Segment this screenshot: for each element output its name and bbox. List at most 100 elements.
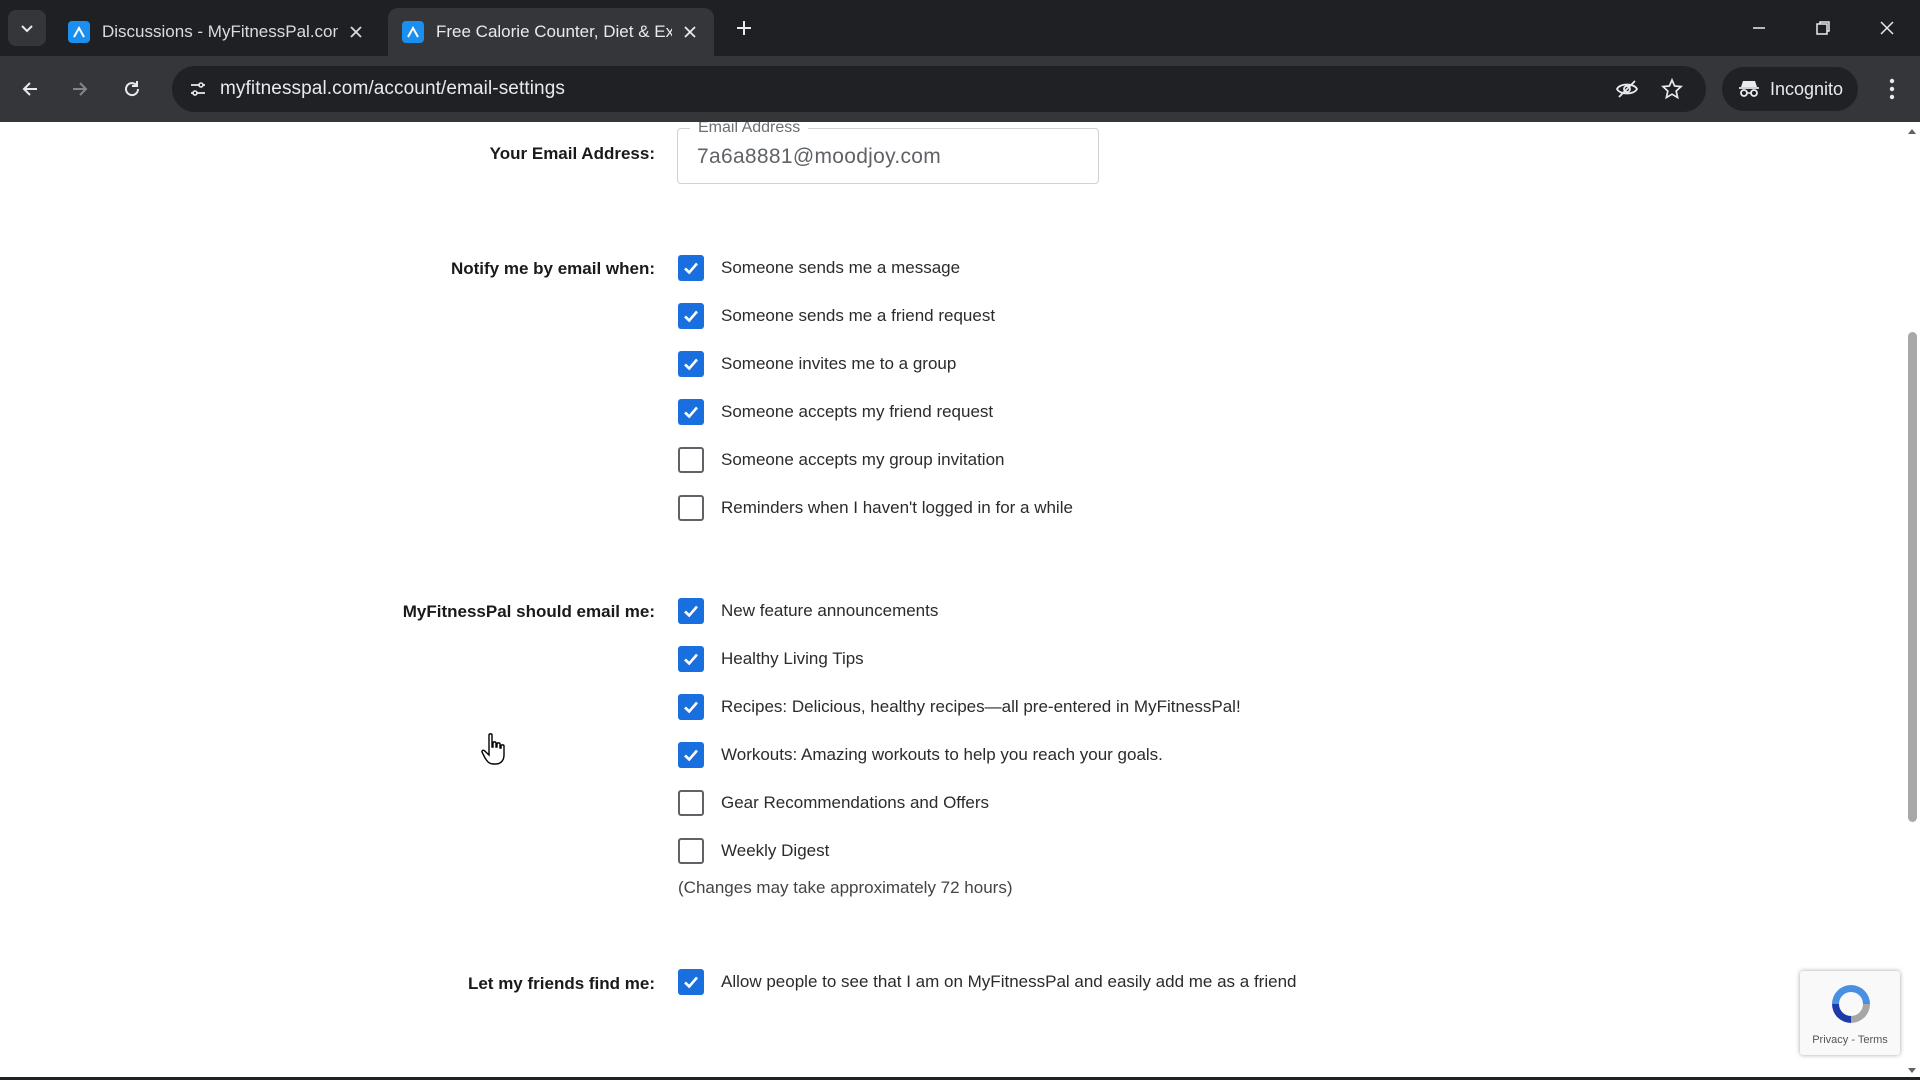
checkbox-label[interactable]: Gear Recommendations and Offers [721, 793, 989, 813]
close-icon[interactable] [680, 22, 700, 42]
eye-off-icon[interactable] [1612, 74, 1642, 104]
minimize-button[interactable] [1736, 10, 1782, 46]
browser-toolbar: myfitnesspal.com/account/email-settings … [0, 56, 1920, 122]
checkmark-icon [684, 653, 698, 666]
browser-tab-strip: Discussions - MyFitnessPal.com Free Calo… [0, 0, 1920, 56]
checkbox-row[interactable]: Someone accepts my group invitation [678, 446, 1005, 474]
checkbox-label[interactable]: Workouts: Amazing workouts to help you r… [721, 745, 1163, 765]
more-vertical-icon [1889, 78, 1895, 100]
close-icon[interactable] [346, 22, 366, 42]
site-info-icon[interactable] [180, 71, 216, 107]
forward-button[interactable] [60, 69, 100, 109]
checkbox-label[interactable]: Someone accepts my friend request [721, 402, 993, 422]
checkbox-checked[interactable] [678, 969, 704, 995]
checkbox-checked[interactable] [678, 255, 704, 281]
tab-title: Discussions - MyFitnessPal.com [102, 22, 338, 41]
plus-icon [737, 21, 751, 35]
checkbox-label[interactable]: Someone sends me a friend request [721, 306, 995, 326]
checkbox-row[interactable]: Allow people to see that I am on MyFitne… [678, 968, 1296, 996]
checkbox-row[interactable]: Workouts: Amazing workouts to help you r… [678, 741, 1163, 769]
incognito-label: Incognito [1770, 78, 1844, 99]
checkbox-row[interactable]: New feature announcements [678, 597, 938, 625]
checkbox-label[interactable]: Someone sends me a message [721, 258, 960, 278]
checkbox-row[interactable]: Recipes: Delicious, healthy recipes—all … [678, 693, 1241, 721]
checkmark-icon [684, 749, 698, 762]
restore-icon [1816, 21, 1830, 35]
mfp-section-label: MyFitnessPal should email me: [402, 602, 655, 621]
checkbox-unchecked[interactable] [678, 495, 704, 521]
checkmark-icon [684, 358, 698, 371]
myfitnesspal-favicon-icon [402, 21, 424, 43]
myfitnesspal-favicon-icon [68, 21, 90, 43]
scrollbar-thumb[interactable] [1908, 332, 1917, 822]
tab-search-button[interactable] [8, 10, 46, 46]
checkbox-label[interactable]: Recipes: Delicious, healthy recipes—all … [721, 697, 1241, 717]
checkbox-row[interactable]: Someone invites me to a group [678, 350, 956, 378]
checkbox-label[interactable]: Healthy Living Tips [721, 649, 864, 669]
checkbox-row[interactable]: Someone sends me a message [678, 254, 960, 282]
page-scrollbar[interactable] [1904, 122, 1920, 1080]
email-field-value: 7a6a8881@moodjoy.com [697, 145, 942, 168]
checkbox-row[interactable]: Healthy Living Tips [678, 645, 864, 673]
tab-calorie-counter[interactable]: Free Calorie Counter, Diet & Exercise [388, 8, 714, 56]
checkmark-icon [684, 701, 698, 714]
recaptcha-logo-icon [1832, 985, 1870, 1023]
checkbox-label[interactable]: Weekly Digest [721, 841, 829, 861]
checkbox-checked[interactable] [678, 303, 704, 329]
checkbox-checked[interactable] [678, 399, 704, 425]
checkmark-icon [684, 262, 698, 275]
email-field-legend: Email Address [690, 122, 809, 137]
checkbox-unchecked[interactable] [678, 838, 704, 864]
checkbox-checked[interactable] [678, 646, 704, 672]
back-button[interactable] [10, 69, 50, 109]
email-field[interactable]: Email Address 7a6a8881@moodjoy.com [677, 122, 1099, 184]
friends-section-label: Let my friends find me: [467, 974, 655, 993]
page-viewport: Your Email Address: Email Address 7a6a88… [0, 122, 1920, 1080]
notify-section-label: Notify me by email when: [450, 259, 655, 278]
bookmark-star-icon[interactable] [1657, 74, 1687, 104]
checkmark-icon [684, 976, 698, 989]
checkbox-label[interactable]: Allow people to see that I am on MyFitne… [721, 972, 1296, 992]
checkbox-label[interactable]: Someone invites me to a group [721, 354, 956, 374]
checkbox-checked[interactable] [678, 598, 704, 624]
new-tab-button[interactable] [730, 14, 758, 42]
url-text: myfitnesspal.com/account/email-settings [220, 78, 565, 99]
reload-button[interactable] [112, 69, 152, 109]
checkbox-checked[interactable] [678, 351, 704, 377]
checkbox-unchecked[interactable] [678, 447, 704, 473]
recaptcha-badge[interactable]: Privacy - Terms [1800, 971, 1900, 1055]
reload-icon [125, 81, 140, 97]
checkbox-unchecked[interactable] [678, 790, 704, 816]
checkbox-row[interactable]: Someone sends me a friend request [678, 302, 995, 330]
checkbox-row[interactable]: Gear Recommendations and Offers [678, 789, 989, 817]
recaptcha-links[interactable]: Privacy - Terms [1800, 1034, 1900, 1046]
address-bar[interactable]: myfitnesspal.com/account/email-settings [172, 66, 1706, 112]
checkbox-row[interactable]: Someone accepts my friend request [678, 398, 993, 426]
chevron-down-icon [21, 25, 33, 33]
checkbox-label[interactable]: New feature announcements [721, 601, 938, 621]
checkbox-label[interactable]: Reminders when I haven't logged in for a… [721, 498, 1073, 518]
close-window-button[interactable] [1864, 10, 1910, 46]
close-icon [1880, 21, 1894, 35]
checkbox-checked[interactable] [678, 694, 704, 720]
tab-title: Free Calorie Counter, Diet & Exercise [436, 22, 672, 41]
hand-pointer-icon [481, 733, 505, 765]
checkmark-icon [684, 605, 698, 618]
scroll-up-icon[interactable] [1907, 126, 1917, 136]
checkmark-icon [684, 406, 698, 419]
incognito-indicator[interactable]: Incognito [1722, 67, 1858, 111]
restore-button[interactable] [1800, 10, 1846, 46]
scroll-down-icon[interactable] [1907, 1066, 1917, 1076]
minimize-icon [1753, 27, 1765, 29]
arrow-right-icon [73, 82, 88, 96]
checkmark-icon [684, 310, 698, 323]
arrow-left-icon [22, 82, 37, 96]
incognito-icon [1739, 81, 1759, 97]
checkbox-row[interactable]: Reminders when I haven't logged in for a… [678, 494, 1073, 522]
tab-discussions[interactable]: Discussions - MyFitnessPal.com [54, 8, 380, 56]
browser-menu-button[interactable] [1872, 69, 1912, 109]
changes-note: (Changes may take approximately 72 hours… [678, 878, 1013, 897]
checkbox-label[interactable]: Someone accepts my group invitation [721, 450, 1005, 470]
checkbox-checked[interactable] [678, 742, 704, 768]
checkbox-row[interactable]: Weekly Digest [678, 837, 829, 865]
